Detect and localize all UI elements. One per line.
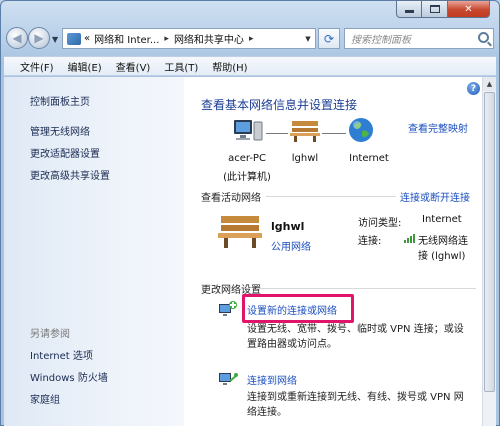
navigation-bar: ◀ ▶ ▼ « 网络和 Inter... ▸ 网络和共享中心 ▸ ▼ ⟳ 搜索控… [4, 26, 496, 52]
network-name[interactable]: lghwl [285, 153, 325, 164]
caption-buttons: ✕ [396, 0, 490, 18]
maximize-button[interactable] [422, 0, 448, 18]
connection-line [266, 133, 288, 134]
internet-globe-icon [349, 118, 373, 142]
new-connection-icon [219, 301, 237, 316]
sidebar-item-windows-firewall[interactable]: Windows 防火墙 [30, 369, 108, 384]
control-panel-icon [67, 32, 81, 45]
breadcrumb-network-internet[interactable]: 网络和 Inter... [94, 31, 159, 46]
menu-edit[interactable]: 编辑(E) [68, 59, 102, 74]
bench-network-icon [218, 216, 262, 248]
divider [256, 288, 476, 289]
computer-name[interactable]: acer-PC [217, 153, 277, 164]
see-also-heading: 另请参阅 [30, 329, 70, 340]
refresh-button[interactable]: ⟳ [318, 28, 340, 49]
help-button[interactable]: ? [467, 82, 480, 95]
back-arrow-icon: ◀ [12, 31, 22, 45]
connection-line [322, 133, 346, 134]
refresh-icon: ⟳ [323, 31, 335, 46]
network-type-link[interactable]: 公用网络 [271, 238, 311, 253]
maximize-icon [429, 5, 440, 13]
address-prefix[interactable]: « [84, 33, 90, 44]
computer-sub-label: (此计算机) [223, 172, 271, 183]
sidebar: 控制面板主页 管理无线网络 更改适配器设置 更改高级共享设置 另请参阅 Inte… [4, 77, 184, 426]
connection-label: 连接: [358, 236, 382, 247]
connect-to-network-desc-line2: 络连接。 [247, 407, 287, 418]
connect-to-network-icon [219, 373, 238, 385]
divider [266, 196, 396, 197]
minimize-button[interactable] [396, 0, 422, 18]
wireless-signal-icon [404, 234, 415, 243]
active-network-name: lghwl [271, 220, 305, 233]
sidebar-item-control-panel-home[interactable]: 控制面板主页 [30, 93, 90, 108]
setup-new-connection-desc-line1: 设置无线、宽带、拨号、临时或 VPN 连接；或设 [247, 324, 464, 335]
forward-arrow-icon: ▶ [34, 31, 44, 45]
breadcrumb-separator-icon[interactable]: ▸ [164, 34, 169, 44]
sidebar-item-internet-options[interactable]: Internet 选项 [30, 347, 93, 362]
search-input[interactable]: 搜索控制面板 [344, 28, 494, 49]
menu-file[interactable]: 文件(F) [20, 59, 54, 74]
see-full-map-link[interactable]: 查看完整映射 [408, 120, 468, 135]
setup-new-connection-link[interactable]: 设置新的连接或网络 [247, 302, 337, 317]
sidebar-item-homegroup[interactable]: 家庭组 [30, 391, 60, 406]
connect-to-network-link[interactable]: 连接到网络 [247, 372, 297, 387]
access-type-value: Internet [422, 214, 462, 225]
page-title: 查看基本网络信息并设置连接 [201, 98, 358, 112]
setup-new-connection-desc-line2: 置路由器或访问点。 [247, 339, 337, 350]
search-icon[interactable] [478, 32, 489, 43]
active-networks-heading: 查看活动网络 [201, 193, 261, 204]
sidebar-item-advanced-sharing[interactable]: 更改高级共享设置 [30, 167, 110, 182]
bench-network-icon [290, 121, 320, 142]
menu-view[interactable]: 查看(V) [116, 59, 151, 74]
address-dropdown-icon[interactable]: ▼ [301, 29, 315, 48]
scroll-up-icon[interactable]: ▲ [483, 77, 496, 91]
wireless-connection-link-line2[interactable]: 接 (lghwl) [418, 247, 465, 262]
access-type-label: 访问类型: [358, 218, 402, 229]
search-placeholder: 搜索控制面板 [351, 35, 411, 46]
address-bar[interactable]: « 网络和 Inter... ▸ 网络和共享中心 ▸ ▼ [62, 28, 316, 49]
computer-icon [234, 120, 263, 141]
sidebar-item-manage-wireless[interactable]: 管理无线网络 [30, 123, 90, 138]
internet-label[interactable]: Internet [345, 153, 393, 164]
wireless-connection-link[interactable]: 无线网络连 [418, 232, 468, 247]
breadcrumb-separator-icon[interactable]: ▸ [249, 34, 254, 44]
recent-pages-dropdown-icon[interactable]: ▼ [52, 35, 58, 44]
sidebar-item-adapter-settings[interactable]: 更改适配器设置 [30, 145, 100, 160]
back-button[interactable]: ◀ [6, 27, 28, 49]
connect-disconnect-link[interactable]: 连接或断开连接 [400, 189, 470, 204]
connect-to-network-desc-line1: 连接到或重新连接到无线、有线、拨号或 VPN 网 [247, 392, 464, 403]
menu-tools[interactable]: 工具(T) [164, 59, 198, 74]
breadcrumb-sharing-center[interactable]: 网络和共享中心 [174, 31, 244, 46]
forward-button[interactable]: ▶ [28, 27, 50, 49]
content-area: 控制面板主页 管理无线网络 更改适配器设置 更改高级共享设置 另请参阅 Inte… [4, 77, 482, 426]
scroll-thumb[interactable] [484, 92, 495, 392]
minimize-icon [404, 10, 414, 13]
close-button[interactable]: ✕ [448, 0, 490, 18]
vertical-scrollbar[interactable]: ▲ [482, 77, 496, 426]
menu-help[interactable]: 帮助(H) [212, 59, 247, 74]
menu-bar: 文件(F) 编辑(E) 查看(V) 工具(T) 帮助(H) [4, 56, 496, 76]
